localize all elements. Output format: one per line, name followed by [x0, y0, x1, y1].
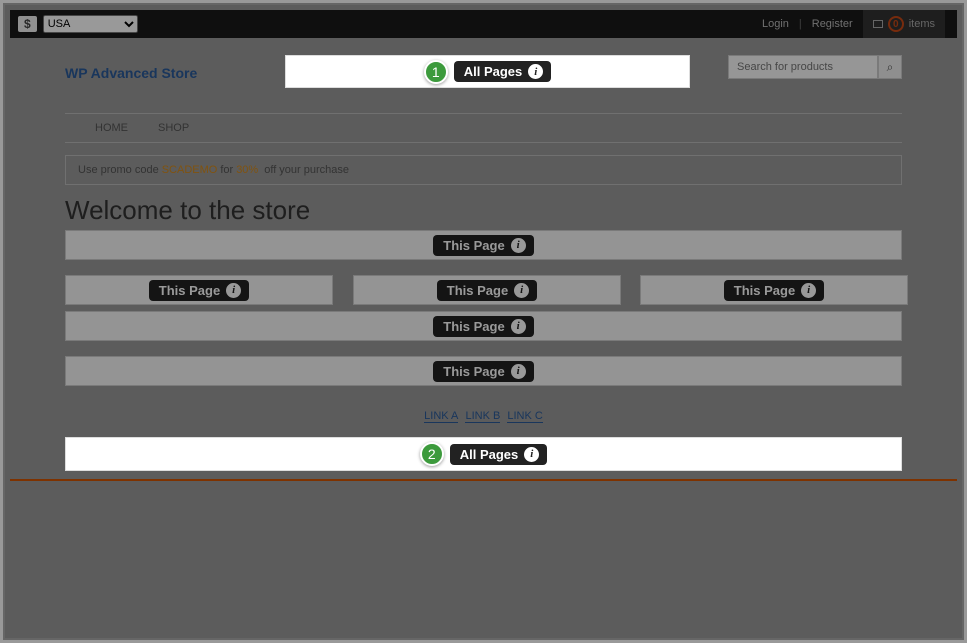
search-wrap: ⌕: [728, 55, 902, 79]
step-marker-2: 2: [420, 442, 444, 466]
cart-button[interactable]: 0 items: [863, 10, 945, 38]
layout-slot-third-3: This Page i: [640, 275, 908, 305]
this-page-pill[interactable]: This Page i: [437, 280, 537, 301]
hero-banner-slot: 1 All Pages i: [285, 55, 690, 88]
layout-slot-footer: 2 All Pages i: [65, 437, 902, 471]
promo-code: SCADEMO: [162, 164, 218, 176]
info-icon: i: [511, 238, 526, 253]
search-input[interactable]: [728, 55, 878, 79]
register-link[interactable]: Register: [812, 18, 853, 30]
info-icon: i: [514, 283, 529, 298]
cart-label: items: [909, 18, 935, 30]
page-title: Welcome to the store: [65, 195, 310, 226]
info-icon: i: [528, 64, 543, 79]
country-select[interactable]: USA: [43, 15, 138, 33]
info-icon: i: [226, 283, 241, 298]
promo-bar: Use promo code SCADEMO for 30% off your …: [65, 155, 902, 185]
info-icon: i: [524, 447, 539, 462]
layout-slot-full-2: This Page i: [65, 311, 902, 341]
all-pages-pill[interactable]: All Pages i: [454, 61, 552, 82]
info-icon: i: [511, 364, 526, 379]
currency-selector[interactable]: $: [18, 16, 37, 32]
main-nav: HOME SHOP: [65, 113, 902, 143]
promo-prefix: Use promo code: [78, 164, 159, 176]
this-page-pill[interactable]: This Page i: [433, 235, 533, 256]
link-c[interactable]: LINK C: [507, 410, 542, 423]
promo-suffix: off your purchase: [264, 164, 349, 176]
layout-slot-full-1: This Page i: [65, 230, 902, 260]
login-link[interactable]: Login: [762, 18, 789, 30]
nav-shop[interactable]: SHOP: [158, 122, 189, 134]
site-title[interactable]: WP Advanced Store: [65, 65, 197, 81]
layout-slot-third-1: This Page i: [65, 275, 333, 305]
info-icon: i: [801, 283, 816, 298]
this-page-pill[interactable]: This Page i: [433, 316, 533, 337]
cart-count: 0: [888, 16, 904, 32]
top-bar: $ USA Login | Register 0 items: [10, 10, 957, 38]
cart-icon: [873, 20, 883, 28]
nav-home[interactable]: HOME: [95, 122, 128, 134]
layout-slot-third-2: This Page i: [353, 275, 621, 305]
all-pages-pill[interactable]: All Pages i: [450, 444, 548, 465]
info-icon: i: [511, 319, 526, 334]
link-a[interactable]: LINK A: [424, 410, 458, 423]
this-page-pill[interactable]: This Page i: [724, 280, 824, 301]
this-page-pill[interactable]: This Page i: [433, 361, 533, 382]
search-icon: ⌕: [887, 60, 894, 75]
divider: |: [799, 18, 802, 30]
step-marker-1: 1: [424, 60, 448, 84]
promo-mid: for: [220, 164, 233, 176]
footer-links: LINK A LINK B LINK C: [65, 410, 902, 422]
promo-pct: 30%: [236, 164, 258, 176]
footer-divider: [10, 479, 957, 481]
this-page-pill[interactable]: This Page i: [149, 280, 249, 301]
layout-slot-full-3: This Page i: [65, 356, 902, 386]
link-b[interactable]: LINK B: [465, 410, 500, 423]
search-button[interactable]: ⌕: [878, 55, 902, 79]
